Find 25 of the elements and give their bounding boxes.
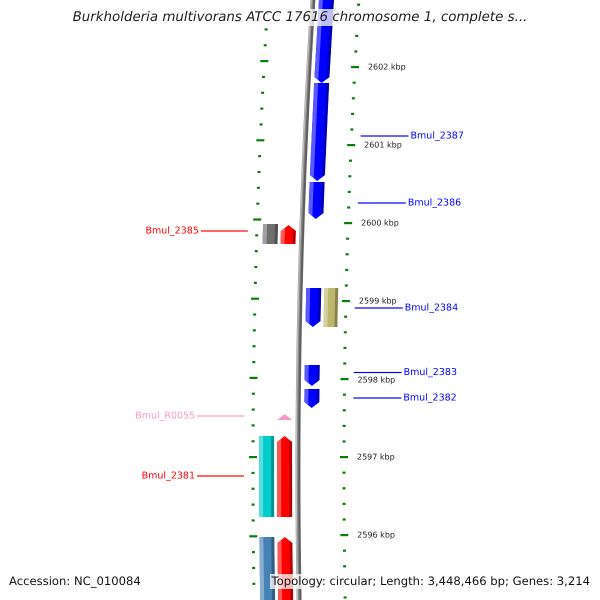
- leader-line: [360, 135, 409, 137]
- scale-label: 2599 kbp: [358, 296, 397, 306]
- leader-line: [200, 230, 248, 232]
- leader-line: [197, 475, 244, 477]
- leader-line: [358, 202, 406, 204]
- scale-label: 2602 kbp: [368, 62, 406, 72]
- gene-label: Bmul_2385: [146, 226, 199, 236]
- accession-text: Accession: NC_010084: [7, 574, 143, 589]
- gene-label: Bmul_R0055: [135, 410, 196, 422]
- gene-label: Bmul_2386: [408, 198, 462, 208]
- gene-label: Bmul_2383: [404, 367, 457, 378]
- scale-label: 2598 kbp: [358, 376, 396, 384]
- leader-line: [197, 415, 244, 417]
- scale-label: 2596 kbp: [357, 530, 395, 540]
- gene-label: Bmul_2384: [404, 302, 458, 314]
- gene-label: Bmul_2381: [142, 470, 195, 482]
- gene-label: Bmul_2387: [410, 130, 464, 142]
- genome-summary-text: Topology: circular; Length: 3,448,466 bp; Genes: 3,214: [270, 574, 592, 589]
- gene-label: Bmul_2382: [403, 392, 457, 404]
- scale-label: 2600 kbp: [361, 218, 399, 228]
- leader-line: [353, 397, 402, 399]
- leader-line: [354, 307, 403, 309]
- leader-line: [354, 372, 402, 374]
- scale-label: 2597 kbp: [357, 452, 395, 462]
- scale-label: 2601 kbp: [364, 140, 402, 150]
